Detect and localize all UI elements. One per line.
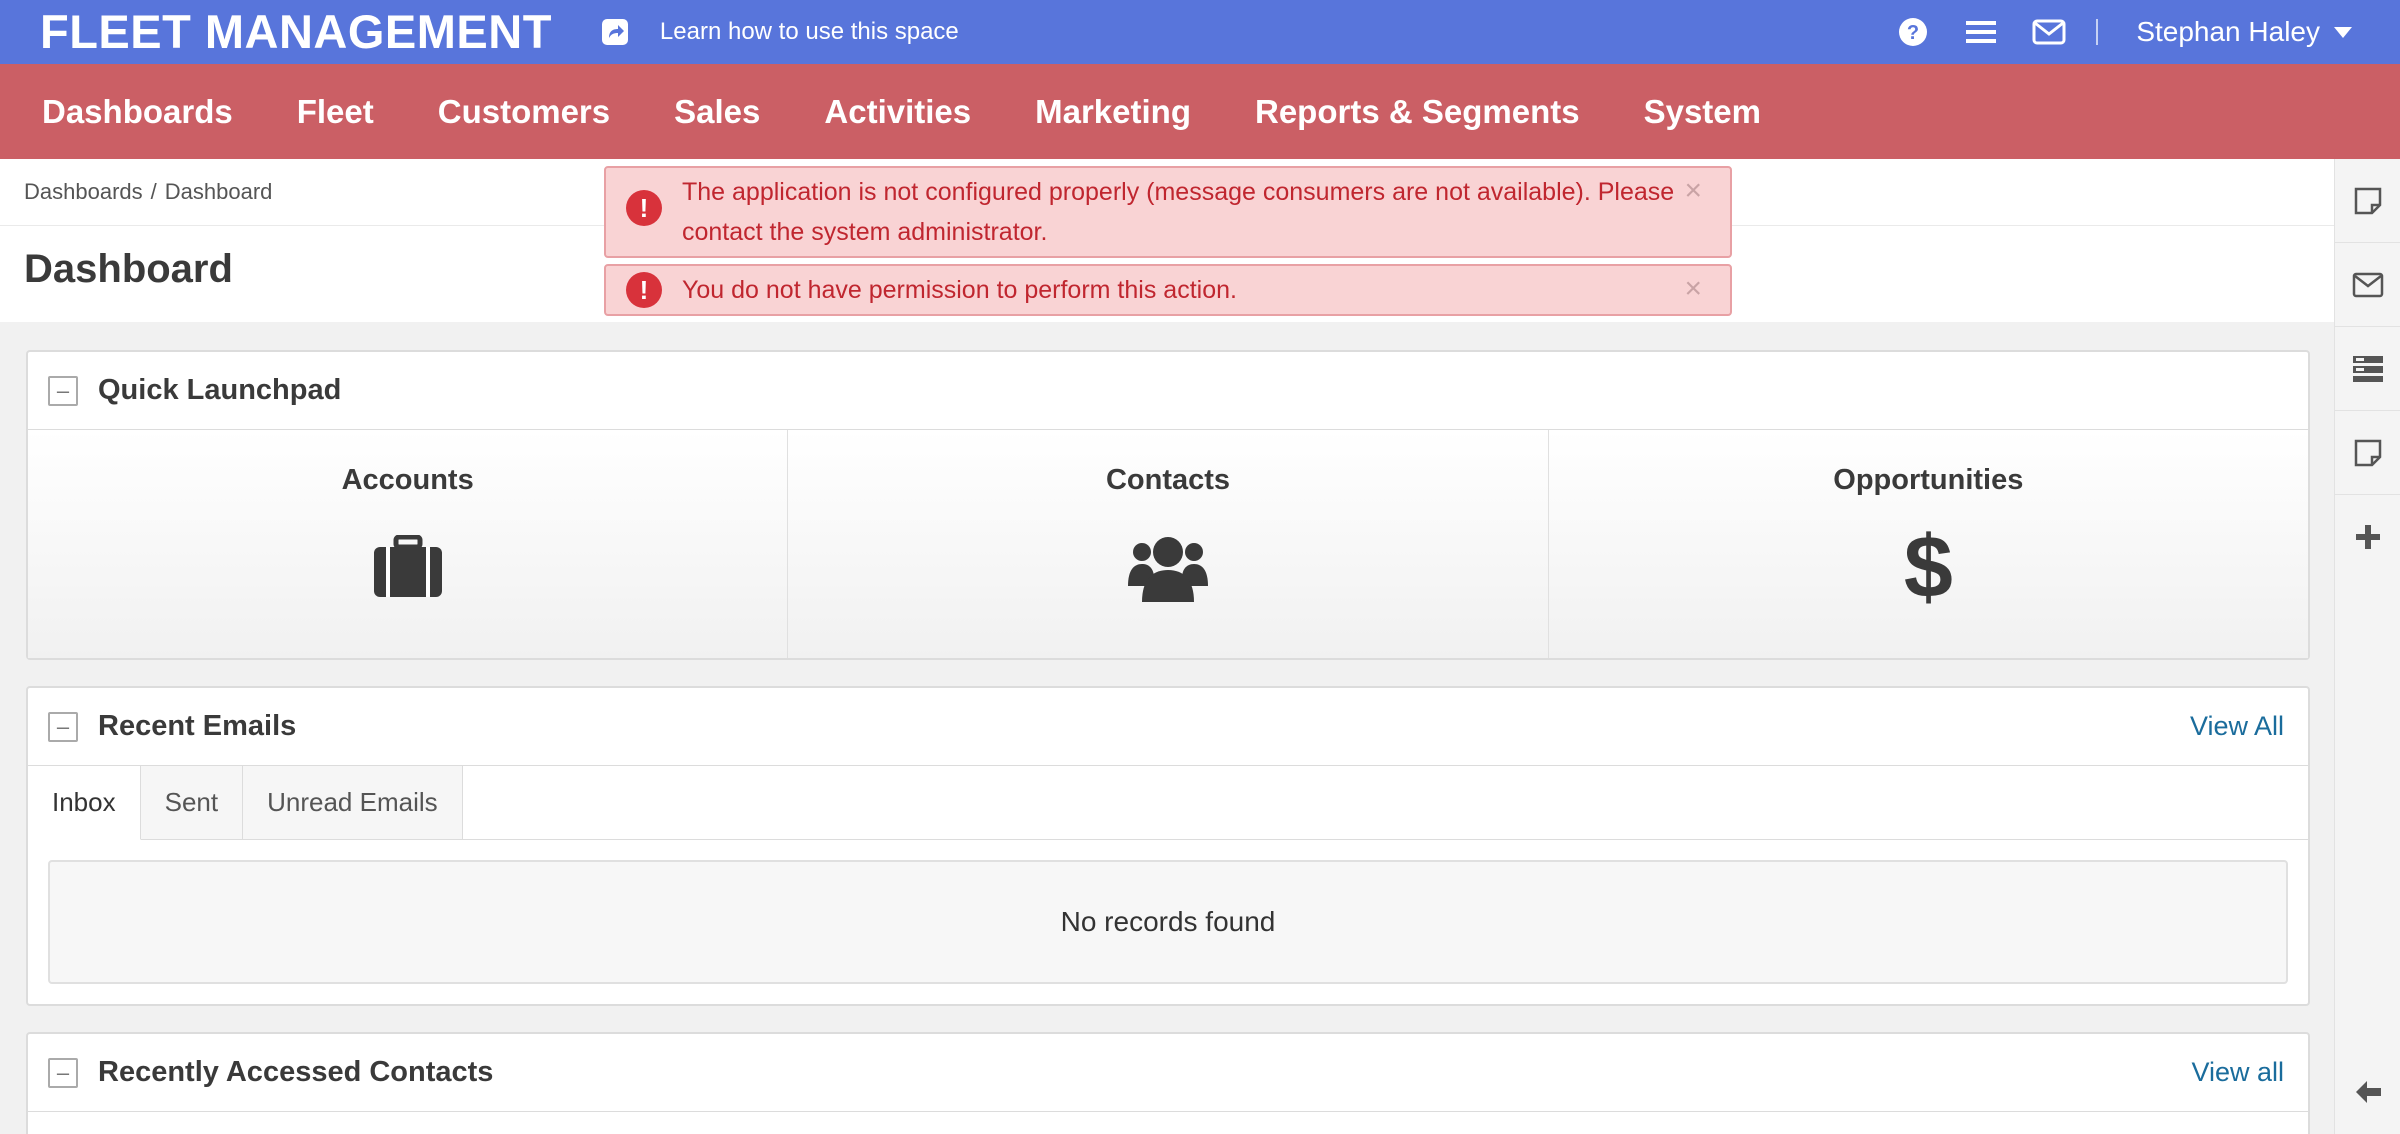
top-bar: FLEET MANAGEMENT Learn how to use this s… — [0, 0, 2400, 64]
recent-contacts-widget: – Recently Accessed Contacts View all — [26, 1032, 2310, 1134]
launchpad-contacts[interactable]: Contacts — [788, 430, 1549, 658]
breadcrumb-item-dashboard: Dashboard — [164, 179, 273, 204]
sidebar-collapse-button[interactable] — [2335, 1060, 2400, 1124]
brand-logo[interactable]: FLEET MANAGEMENT — [40, 0, 552, 64]
close-icon[interactable]: × — [1684, 174, 1702, 256]
launchpad-label: Contacts — [1105, 464, 1231, 496]
note-icon — [2354, 187, 2382, 214]
sidebar-notes-button[interactable] — [2335, 159, 2400, 243]
launchpad-accounts[interactable]: Accounts — [28, 430, 789, 658]
topbar-divider — [2096, 19, 2099, 45]
empty-state: No records found — [48, 860, 2288, 984]
alert-message: The application is not configured proper… — [682, 178, 1675, 246]
exclamation-icon: ! — [626, 272, 662, 308]
mail-icon[interactable] — [2032, 15, 2066, 49]
alert-permission-error: ! You do not have permission to perform … — [604, 264, 1732, 316]
alert-message: You do not have permission to perform th… — [682, 276, 1237, 304]
nav-item-dashboards[interactable]: Dashboards — [42, 93, 233, 131]
menu-icon[interactable] — [1964, 15, 1998, 49]
launchpad-row: Accounts Contacts Opportunities $ — [28, 430, 2308, 658]
nav-item-reports-segments[interactable]: Reports & Segments — [1255, 93, 1580, 131]
nav-item-sales[interactable]: Sales — [674, 93, 760, 131]
sticky-note-icon — [2354, 439, 2382, 466]
dollar-glyph: $ — [1903, 517, 1953, 616]
nav-item-activities[interactable]: Activities — [824, 93, 971, 131]
svg-text:?: ? — [1907, 22, 1919, 44]
exclamation-icon: ! — [626, 190, 662, 226]
users-icon — [1127, 527, 1208, 607]
widget-title: Quick Launchpad — [98, 374, 342, 406]
alert-config-error: ! The application is not configured prop… — [604, 166, 1732, 258]
sidebar-sticky-button[interactable] — [2335, 411, 2400, 495]
arrow-left-icon — [2356, 1081, 2381, 1103]
widget-header: – Quick Launchpad — [28, 352, 2308, 430]
briefcase-icon — [372, 527, 444, 607]
tab-unread-emails[interactable]: Unread Emails — [243, 766, 463, 839]
help-icon[interactable]: ? — [1896, 15, 1930, 49]
breadcrumb-separator: / — [150, 179, 157, 204]
tab-inbox[interactable]: Inbox — [28, 766, 141, 840]
nav-item-fleet[interactable]: Fleet — [297, 93, 374, 131]
collapse-button[interactable]: – — [48, 1057, 78, 1088]
close-icon[interactable]: × — [1684, 272, 1702, 314]
mail-icon — [2352, 272, 2384, 297]
sidebar-email-button[interactable] — [2335, 243, 2400, 327]
collapse-button[interactable]: – — [48, 375, 78, 406]
nav-item-marketing[interactable]: Marketing — [1035, 93, 1191, 131]
breadcrumb: Dashboards / Dashboard — [24, 179, 272, 205]
sidebar-add-button[interactable] — [2335, 495, 2400, 579]
recent-emails-widget: – Recent Emails View All Inbox Sent Unre… — [26, 686, 2310, 1006]
breadcrumb-item-dashboards[interactable]: Dashboards — [24, 179, 143, 204]
sidebar-tasks-button[interactable] — [2335, 327, 2400, 411]
plus-icon — [2356, 525, 2380, 549]
launchpad-opportunities[interactable]: Opportunities $ — [1548, 430, 2308, 658]
nav-item-customers[interactable]: Customers — [438, 93, 610, 131]
topbar-right: ? Stephan Haley — [1874, 0, 2352, 64]
quick-launchpad-widget: – Quick Launchpad Accounts Contacts Oppo… — [26, 350, 2310, 660]
page-title: Dashboard — [24, 247, 233, 291]
tab-sent[interactable]: Sent — [140, 766, 244, 839]
widget-header: – Recent Emails View All — [28, 688, 2308, 766]
share-icon[interactable] — [600, 17, 630, 47]
widget-title: Recent Emails — [98, 710, 297, 742]
main-navigation: Dashboards Fleet Customers Sales Activit… — [0, 64, 2400, 159]
list-icon — [2353, 355, 2383, 382]
launchpad-label: Accounts — [341, 464, 474, 496]
dollar-icon: $ — [1903, 517, 1953, 616]
nav-item-system[interactable]: System — [1644, 93, 1761, 131]
right-sidebar — [2334, 159, 2400, 1134]
view-all-link[interactable]: View All — [2190, 711, 2284, 742]
user-menu[interactable]: Stephan Haley — [2136, 16, 2320, 48]
view-all-link[interactable]: View all — [2191, 1057, 2284, 1088]
email-tabs: Inbox Sent Unread Emails — [28, 766, 2308, 840]
collapse-button[interactable]: – — [48, 711, 78, 742]
chevron-down-icon[interactable] — [2334, 26, 2352, 38]
widget-title: Recently Accessed Contacts — [98, 1056, 494, 1088]
widget-header: – Recently Accessed Contacts View all — [28, 1034, 2308, 1112]
learn-link[interactable]: Learn how to use this space — [660, 18, 959, 46]
launchpad-label: Opportunities — [1833, 464, 2024, 496]
